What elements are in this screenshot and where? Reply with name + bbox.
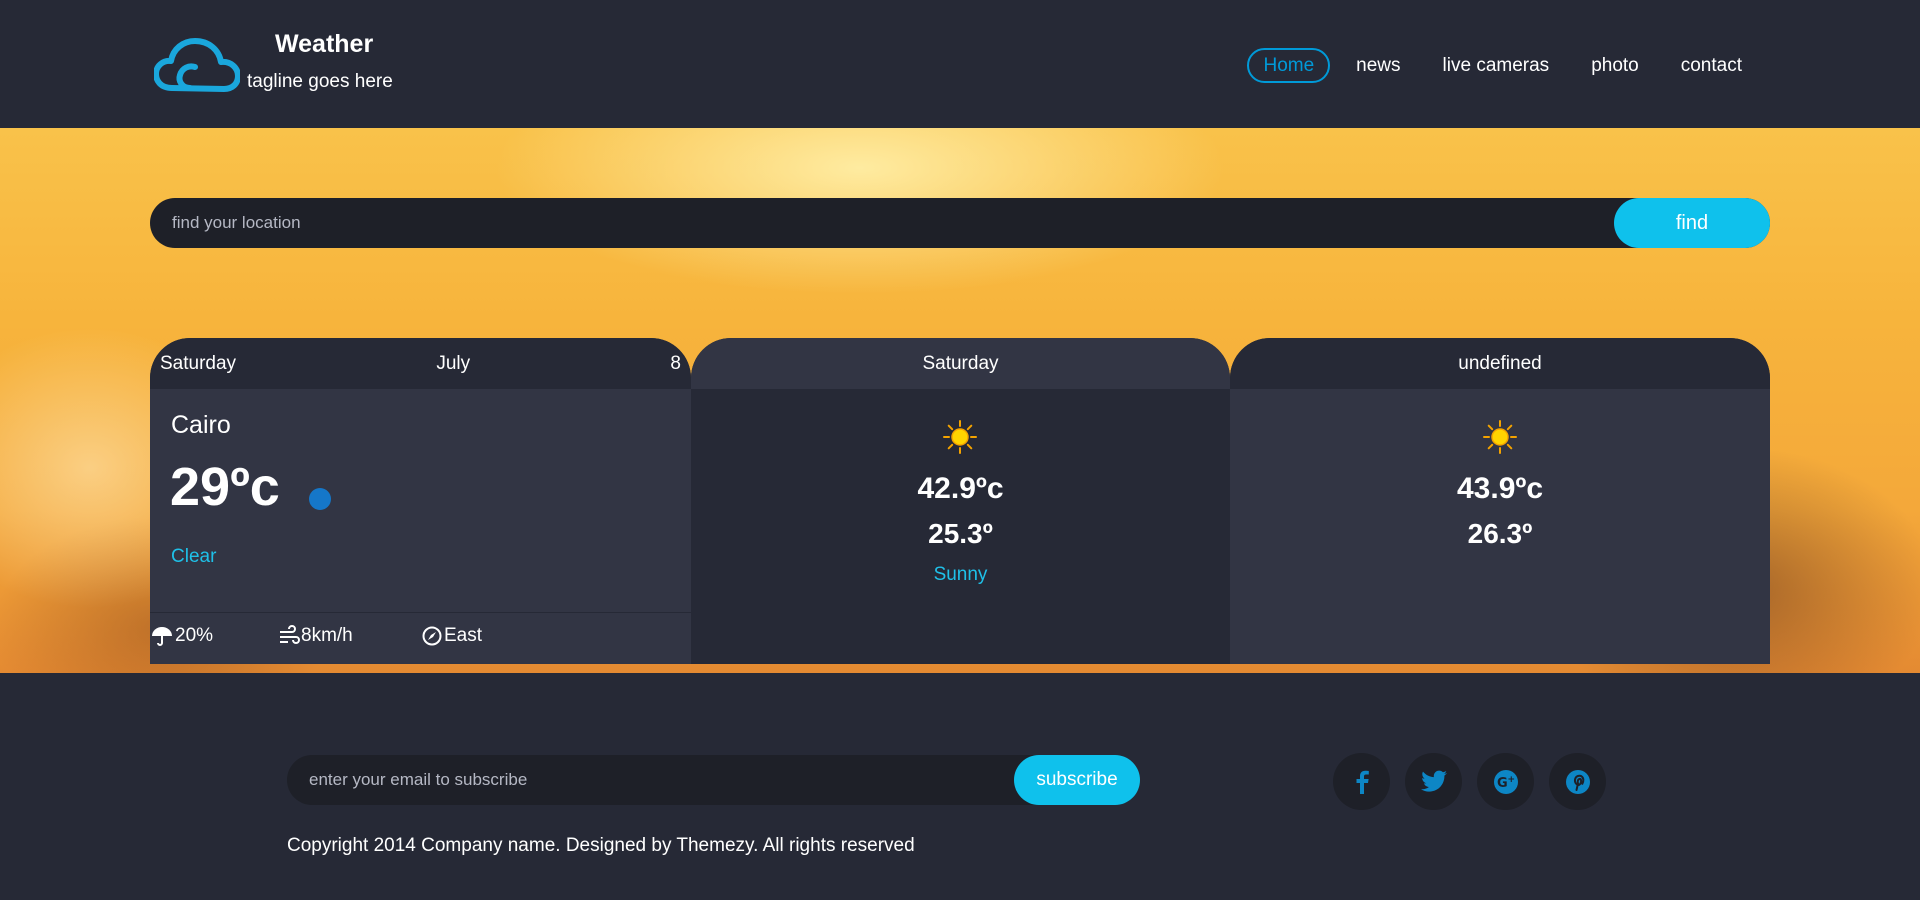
current-condition: Clear xyxy=(171,546,217,567)
subscribe-email-input[interactable] xyxy=(309,755,989,805)
today-forecast-card: Saturday July 8 Cairo 29ºc Clear 20% 8km… xyxy=(150,338,691,664)
weather-stats: 20% 8km/h East xyxy=(150,618,691,654)
pinterest-icon xyxy=(1565,769,1590,794)
location-search-input[interactable] xyxy=(172,198,1572,248)
forecast-card-header: Saturday xyxy=(691,338,1230,389)
today-card-header: Saturday July 8 xyxy=(150,338,691,389)
location-name: Cairo xyxy=(171,411,231,439)
rain-value: 20% xyxy=(175,625,214,646)
pinterest-link[interactable] xyxy=(1549,753,1606,810)
google-plus-icon: G + xyxy=(1493,769,1518,794)
nav-item-contact[interactable]: contact xyxy=(1665,48,1758,83)
rain-stat: 20% xyxy=(150,618,213,654)
find-button[interactable]: find xyxy=(1614,198,1770,248)
umbrella-icon xyxy=(152,627,172,646)
sun-icon xyxy=(943,420,977,454)
wind-value: 8km/h xyxy=(301,625,353,646)
today-day: Saturday xyxy=(160,352,237,374)
twitter-icon xyxy=(1420,770,1447,792)
today-month: July xyxy=(436,352,471,374)
social-links: G + xyxy=(1333,753,1606,810)
wind-stat: 8km/h xyxy=(278,618,353,654)
site-title[interactable]: Weather xyxy=(275,30,373,59)
svg-text:G: G xyxy=(1497,776,1508,791)
sun-icon xyxy=(1483,420,1517,454)
site-footer: subscribe G + Copyright 2014 C xyxy=(0,673,1920,900)
wind-icon xyxy=(280,625,300,644)
forecast-card: undefined 43.9ºc 26.3º xyxy=(1230,338,1770,664)
current-temperature: 29ºc xyxy=(170,457,280,517)
nav-item-live-cameras[interactable]: live cameras xyxy=(1427,48,1566,83)
direction-stat: East xyxy=(421,618,482,654)
today-date: 8 xyxy=(670,352,681,374)
forecast-card-header: undefined xyxy=(1230,338,1770,389)
forecast-max-temperature: 43.9ºc xyxy=(1456,472,1544,505)
moon-icon xyxy=(309,488,331,510)
nav-item-news[interactable]: news xyxy=(1340,48,1416,83)
site-header: Weather tagline goes here Home news live… xyxy=(0,0,1920,128)
copyright-text: Copyright 2014 Company name. Designed by… xyxy=(287,835,915,856)
subscribe-button[interactable]: subscribe xyxy=(1014,755,1140,805)
forecast-condition: Sunny xyxy=(933,564,988,585)
compass-icon xyxy=(422,626,442,646)
hero-section: find Saturday July 8 Cairo 29ºc Clear xyxy=(0,128,1920,673)
facebook-link[interactable] xyxy=(1333,753,1390,810)
subscribe-form: subscribe xyxy=(287,755,1140,805)
twitter-link[interactable] xyxy=(1405,753,1462,810)
stats-divider xyxy=(150,612,691,613)
forecast-min-temperature: 25.3º xyxy=(928,518,993,549)
google-plus-link[interactable]: G + xyxy=(1477,753,1534,810)
location-search-form: find xyxy=(150,198,1770,248)
cloud-logo-icon[interactable] xyxy=(154,38,240,92)
direction-value: East xyxy=(444,625,483,646)
forecast-min-temperature: 26.3º xyxy=(1467,518,1533,549)
forecast-card: Saturday 42.9ºc 25.3º Sunny xyxy=(691,338,1230,664)
nav-item-home[interactable]: Home xyxy=(1247,48,1331,83)
nav-item-photo[interactable]: photo xyxy=(1575,48,1655,83)
forecast-day: Saturday xyxy=(922,352,999,374)
forecast-container: Saturday July 8 Cairo 29ºc Clear 20% 8km… xyxy=(150,338,1770,664)
site-tagline: tagline goes here xyxy=(247,71,393,92)
forecast-max-temperature: 42.9ºc xyxy=(917,472,1004,505)
forecast-day: undefined xyxy=(1458,352,1542,374)
main-nav: Home news live cameras photo contact xyxy=(1247,48,1758,83)
facebook-icon xyxy=(1356,770,1369,794)
svg-text:+: + xyxy=(1507,775,1515,785)
